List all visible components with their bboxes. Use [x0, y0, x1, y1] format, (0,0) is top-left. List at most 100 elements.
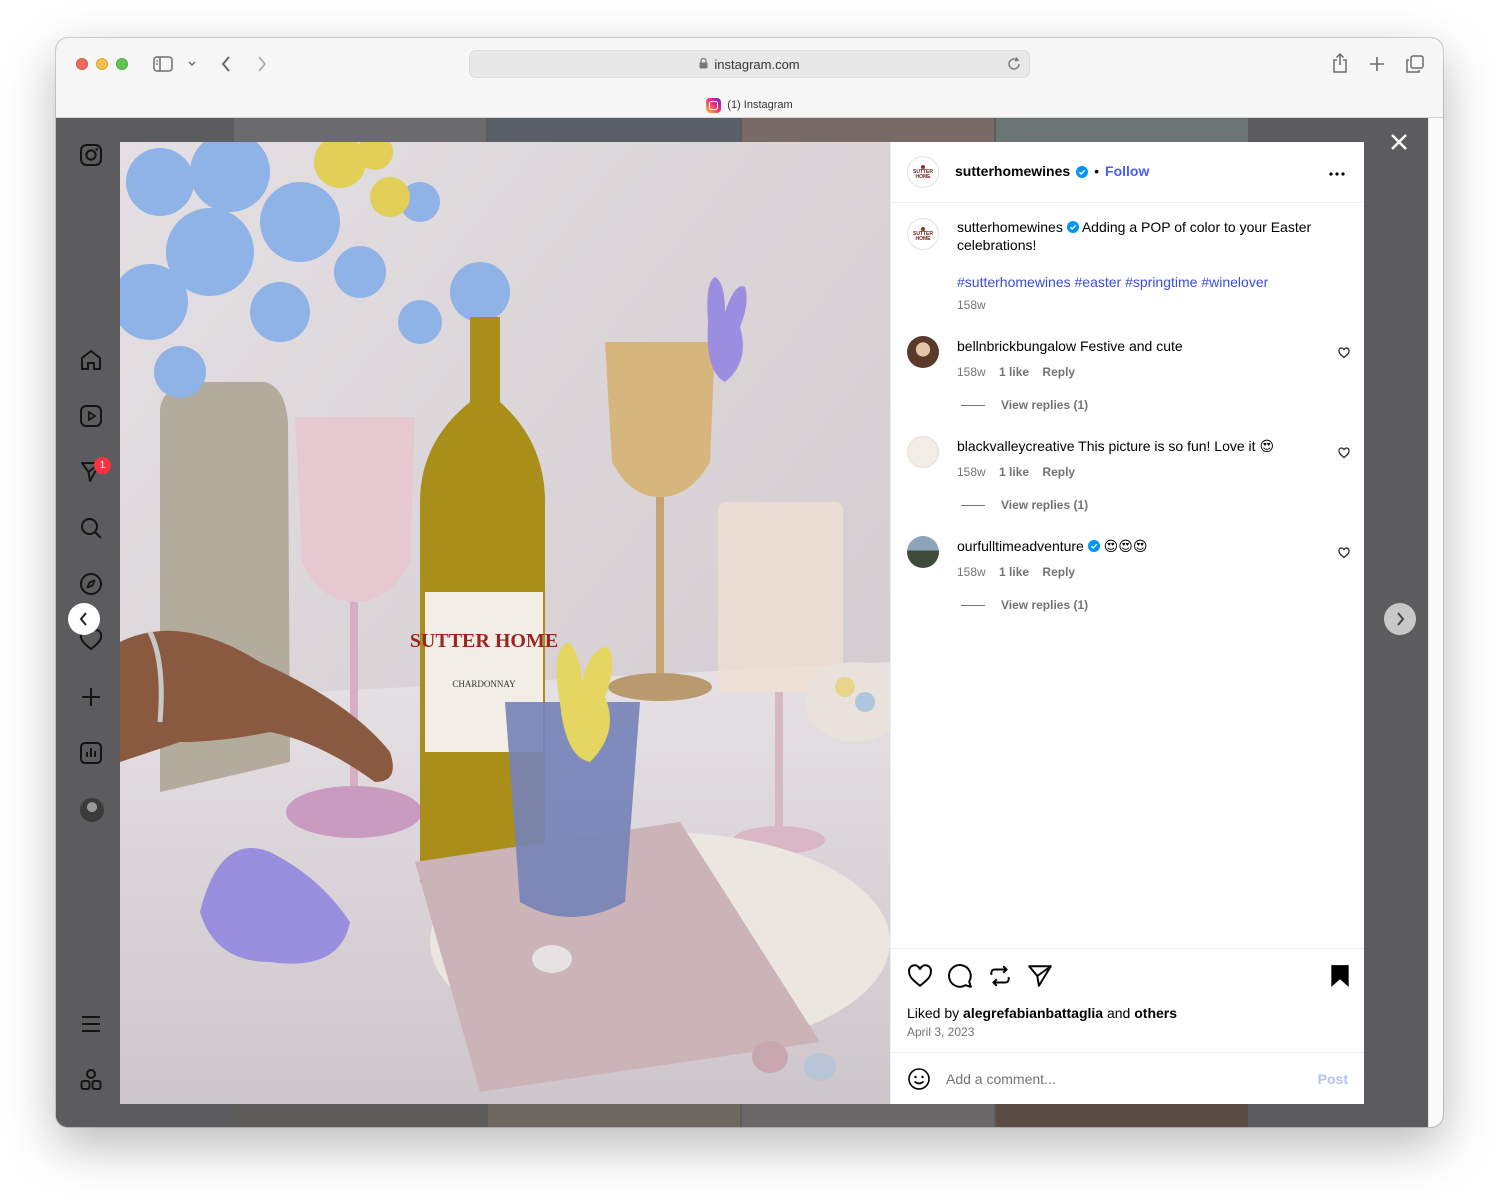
- reload-icon[interactable]: [1007, 56, 1021, 75]
- view-replies-button[interactable]: View replies (1): [961, 398, 1088, 412]
- create-icon[interactable]: [78, 684, 104, 710]
- previous-post-button[interactable]: [68, 603, 100, 635]
- view-replies-label: View replies (1): [1001, 398, 1089, 412]
- new-tab-icon[interactable]: [1367, 54, 1387, 74]
- background-post-tile: [488, 1103, 740, 1127]
- follow-button[interactable]: Follow: [1105, 163, 1149, 179]
- save-bookmark-icon[interactable]: [1327, 963, 1353, 989]
- comment-reply-button[interactable]: Reply: [1042, 465, 1075, 479]
- browser-window: instagram.com (1) Instagram 1 SUTTER HOM…: [56, 38, 1443, 1127]
- comment-likes[interactable]: 1 like: [999, 465, 1029, 479]
- commenter-avatar[interactable]: [907, 536, 939, 568]
- emoji-icon[interactable]: [907, 1067, 931, 1091]
- view-replies-button[interactable]: View replies (1): [961, 598, 1088, 612]
- caption-hashtags[interactable]: #sutterhomewines #easter #springtime #wi…: [957, 273, 1268, 291]
- post-comment-button[interactable]: Post: [1318, 1071, 1348, 1087]
- comment-reply-button[interactable]: Reply: [1042, 565, 1075, 579]
- post-image[interactable]: SUTTER HOME CHARDONNAY: [120, 142, 890, 1104]
- caption-avatar[interactable]: SUTTER HOME: [907, 218, 939, 250]
- author-username[interactable]: sutterhomewines: [955, 163, 1070, 179]
- liked-by-user[interactable]: alegrefabianbattaglia: [963, 1005, 1103, 1021]
- more-menu-icon[interactable]: [78, 1011, 104, 1037]
- verified-badge-icon: [1076, 165, 1089, 178]
- search-icon[interactable]: [78, 515, 104, 541]
- like-icon[interactable]: [907, 963, 933, 989]
- avatar-logo-mark: [921, 164, 925, 169]
- page-scrollbar[interactable]: [1428, 118, 1443, 1127]
- post-details-panel: SUTTER HOME sutterhomewines • Follow SUT…: [890, 142, 1364, 1104]
- share-post-icon[interactable]: [1027, 963, 1053, 989]
- sidebar-toggle-icon[interactable]: [152, 54, 174, 74]
- view-replies-label: View replies (1): [1001, 498, 1089, 512]
- comment-likes[interactable]: 1 like: [999, 565, 1029, 579]
- close-window-button[interactable]: [76, 58, 88, 70]
- profile-avatar[interactable]: [80, 798, 104, 822]
- comment-icon[interactable]: [947, 963, 973, 989]
- comment-text: Festive and cute: [1079, 338, 1183, 354]
- like-comment-icon[interactable]: [1338, 346, 1350, 359]
- liked-by-and: and: [1106, 1005, 1131, 1021]
- comment-item: bellnbrickbungalow Festive and cute: [957, 337, 1327, 355]
- like-comment-icon[interactable]: [1338, 446, 1350, 459]
- bottle-varietal-text: CHARDONNAY: [452, 679, 516, 689]
- avatar-logo-text: SUTTER HOME: [913, 230, 933, 242]
- background-post-tile: [488, 118, 740, 142]
- separator-dot: •: [1094, 163, 1100, 179]
- tab-overview-icon[interactable]: [1404, 53, 1426, 75]
- bottle-brand-text: SUTTER HOME: [410, 630, 558, 652]
- comment-input[interactable]: [946, 1065, 1306, 1093]
- view-replies-button[interactable]: View replies (1): [961, 498, 1088, 512]
- chevron-down-icon[interactable]: [186, 58, 198, 70]
- tab-active[interactable]: (1) Instagram: [56, 94, 1443, 116]
- reels-icon[interactable]: [78, 403, 104, 429]
- meta-apps-icon[interactable]: [78, 1067, 104, 1093]
- liked-by-prefix: Liked by: [907, 1005, 960, 1021]
- background-post-tile: [742, 1103, 994, 1127]
- tab-title: (1) Instagram: [727, 99, 793, 111]
- background-post-tile: [996, 118, 1248, 142]
- comment-username[interactable]: bellnbrickbungalow: [957, 338, 1076, 354]
- next-post-button[interactable]: [1384, 603, 1416, 635]
- liked-by-text: Liked by alegrefabianbattaglia and other…: [907, 1005, 1177, 1021]
- more-options-icon[interactable]: [1328, 164, 1346, 182]
- dashboard-icon[interactable]: [78, 740, 104, 766]
- comment-likes[interactable]: 1 like: [999, 365, 1029, 379]
- minimize-window-button[interactable]: [96, 58, 108, 70]
- comment-username[interactable]: ourfulltimeadventure: [957, 538, 1084, 554]
- forward-icon[interactable]: [254, 54, 270, 74]
- home-icon[interactable]: [78, 347, 104, 373]
- comment-text: 😍😍😍: [1103, 538, 1148, 554]
- avatar-logo-mark: [921, 226, 925, 231]
- address-bar[interactable]: instagram.com: [469, 50, 1030, 78]
- comment-meta: 158w 1 like Reply: [957, 463, 1075, 481]
- messages-badge: 1: [94, 457, 111, 474]
- add-comment-bar: Post: [891, 1052, 1364, 1104]
- like-comment-icon[interactable]: [1338, 546, 1350, 559]
- comment-username[interactable]: blackvalleycreative: [957, 438, 1075, 454]
- zoom-window-button[interactable]: [116, 58, 128, 70]
- comment-reply-button[interactable]: Reply: [1042, 365, 1075, 379]
- post-actions: Liked by alegrefabianbattaglia and other…: [891, 948, 1364, 1052]
- author-avatar[interactable]: SUTTER HOME: [907, 156, 939, 188]
- comment-age: 158w: [957, 365, 986, 379]
- comment-meta: 158w 1 like Reply: [957, 363, 1075, 381]
- close-modal-icon[interactable]: [1389, 132, 1413, 156]
- back-icon[interactable]: [218, 54, 234, 74]
- background-post-tile: [996, 1103, 1248, 1127]
- background-post-tile: [742, 118, 994, 142]
- caption-username[interactable]: sutterhomewines: [957, 219, 1063, 235]
- share-icon[interactable]: [1330, 52, 1350, 74]
- explore-icon[interactable]: [78, 571, 104, 597]
- url-text: instagram.com: [714, 56, 800, 72]
- commenter-avatar[interactable]: [907, 436, 939, 468]
- replies-line: [961, 404, 985, 406]
- comment-age: 158w: [957, 565, 986, 579]
- commenter-avatar[interactable]: [907, 336, 939, 368]
- liked-by-others[interactable]: others: [1134, 1005, 1177, 1021]
- comment-meta: 158w 1 like Reply: [957, 563, 1075, 581]
- view-replies-label: View replies (1): [1001, 598, 1089, 612]
- avatar-logo-text: SUTTER HOME: [913, 168, 933, 180]
- instagram-logo-icon[interactable]: [78, 142, 104, 168]
- repost-icon[interactable]: [987, 963, 1013, 989]
- background-post-tile: [234, 118, 486, 142]
